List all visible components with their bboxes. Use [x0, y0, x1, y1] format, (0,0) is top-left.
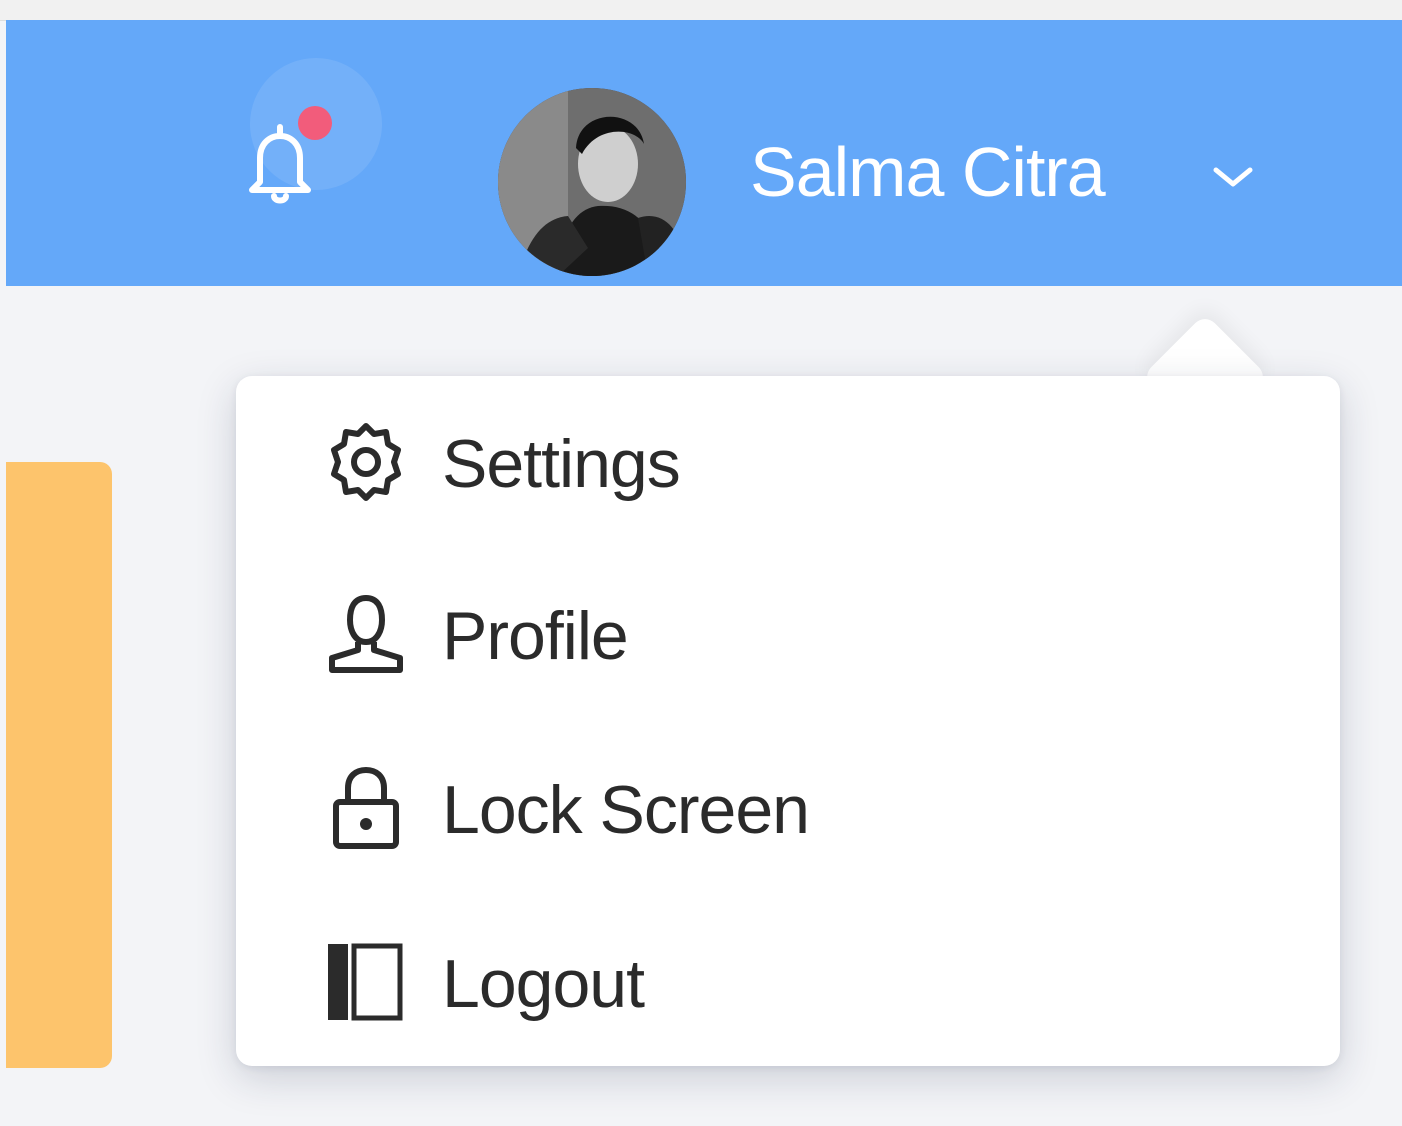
avatar[interactable]	[498, 88, 686, 276]
chevron-down-icon[interactable]	[1210, 164, 1256, 190]
menu-item-label: Logout	[442, 946, 645, 1022]
menu-item-logout[interactable]: Logout	[324, 932, 1224, 1032]
user-name[interactable]: Salma Citra	[750, 130, 1106, 214]
user-icon	[329, 595, 403, 673]
gear-icon	[331, 423, 401, 501]
lock-icon	[333, 767, 399, 849]
menu-item-label: Profile	[442, 598, 629, 674]
menu-item-label: Lock Screen	[442, 772, 810, 848]
app-page: Salma Citra Settings Profile Lock Screen…	[0, 0, 1402, 1126]
notification-dot	[298, 106, 332, 140]
browser-strip	[0, 0, 1402, 21]
menu-item-label: Settings	[442, 426, 681, 502]
logout-icon	[328, 943, 403, 1021]
notification-button[interactable]	[249, 58, 382, 204]
user-dropdown-menu: Settings Profile Lock Screen Logout	[236, 376, 1340, 1066]
menu-item-settings[interactable]: Settings	[324, 412, 1224, 512]
menu-item-profile[interactable]: Profile	[324, 584, 1224, 684]
avatar-photo	[498, 88, 686, 276]
top-header: Salma Citra	[6, 20, 1402, 286]
menu-item-lock-screen[interactable]: Lock Screen	[324, 758, 1224, 858]
stat-card	[6, 462, 112, 1068]
